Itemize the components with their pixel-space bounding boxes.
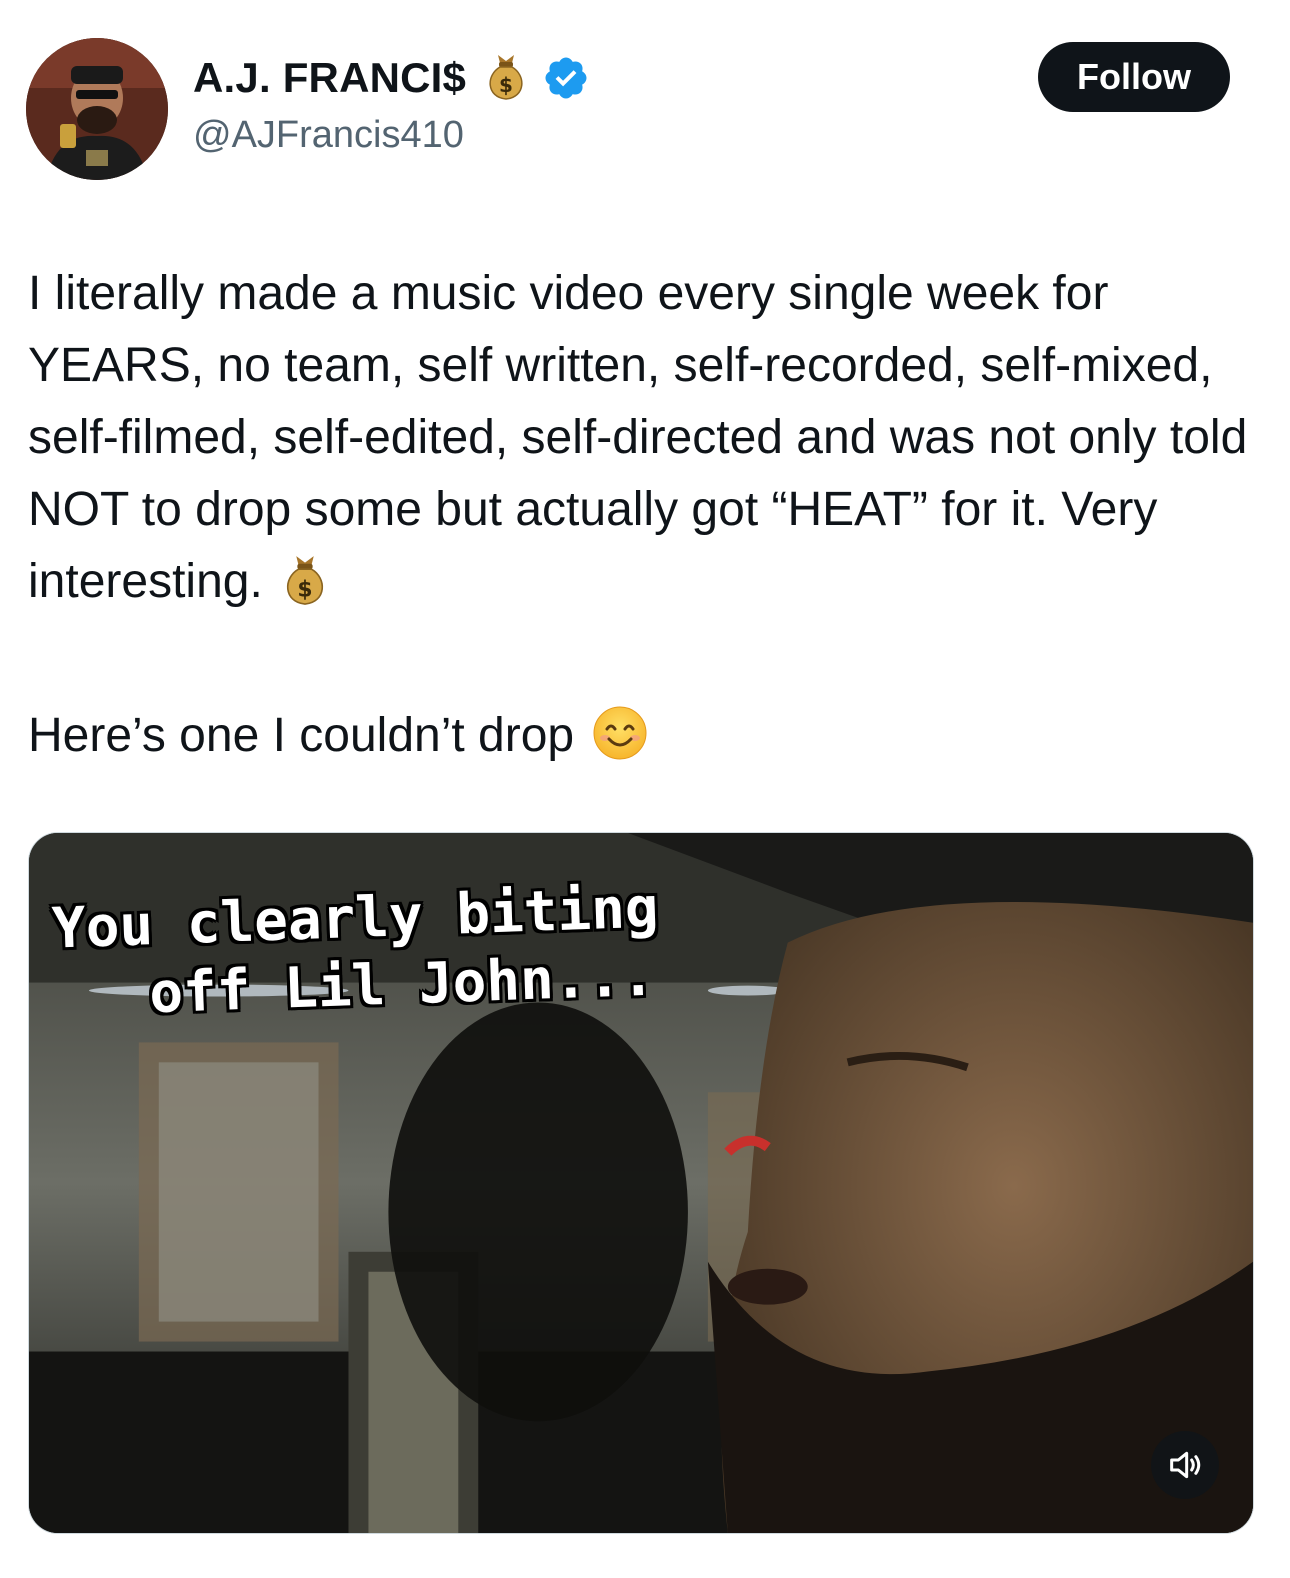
smiling-face-icon xyxy=(592,705,648,782)
tweet-body: I literally made a music video every sin… xyxy=(28,258,1258,782)
author-name-row: A.J. FRANCI$ $ xyxy=(193,52,590,104)
author-handle[interactable]: @AJFrancis410 xyxy=(193,114,464,157)
money-bag-icon: $ xyxy=(281,551,329,628)
follow-button[interactable]: Follow xyxy=(1038,42,1230,112)
tweet-paragraph-1: I literally made a music video every sin… xyxy=(28,258,1258,628)
video-caption: You clearly biting off Lil John... xyxy=(51,874,662,1031)
tweet-paragraph-2: Here’s one I couldn’t drop xyxy=(28,700,1258,782)
tweet-card: A.J. FRANCI$ $ @AJFrancis410 Follow I li… xyxy=(0,0,1290,1578)
author-display-name[interactable]: A.J. FRANCI$ xyxy=(193,54,466,102)
speaker-muted-icon xyxy=(1170,1451,1201,1479)
tweet-paragraph-1-text: I literally made a music video every sin… xyxy=(28,267,1248,608)
tweet-paragraph-2-text: Here’s one I couldn’t drop xyxy=(28,709,575,762)
video-player[interactable]: You clearly biting off Lil John... xyxy=(28,832,1254,1534)
svg-text:$: $ xyxy=(297,577,312,602)
svg-text:$: $ xyxy=(499,73,513,97)
money-bag-icon: $ xyxy=(484,51,528,106)
author-avatar[interactable] xyxy=(26,38,168,180)
mute-toggle-button[interactable] xyxy=(1151,1431,1219,1499)
verified-badge-icon[interactable] xyxy=(542,54,590,102)
avatar-image xyxy=(26,38,168,180)
